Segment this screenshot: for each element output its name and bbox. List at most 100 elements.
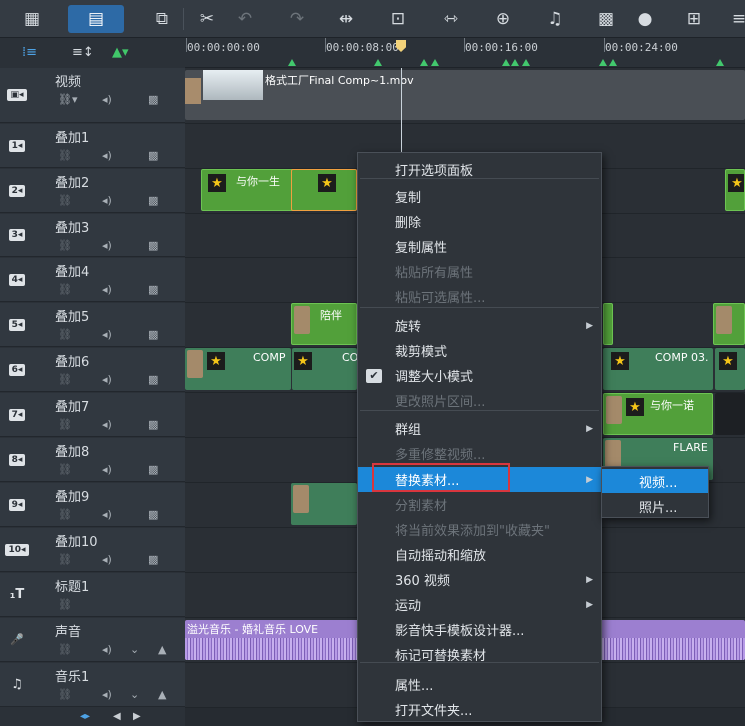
track-header-row[interactable]: ₁T 标题1 ⛓: [0, 573, 185, 617]
track-header-row[interactable]: 8◂ 叠加8 ⛓ ◂) ▩: [0, 438, 185, 482]
marker-icon[interactable]: [420, 59, 428, 66]
marker-icon[interactable]: [431, 59, 439, 66]
track-type-icon[interactable]: 3◂: [0, 214, 34, 256]
ripple-icon[interactable]: ⊕: [489, 5, 517, 33]
zoom-fit-icon[interactable]: ◂▸: [80, 711, 90, 722]
track-visibility-icon[interactable]: ▩: [148, 553, 158, 566]
overlay-clip[interactable]: [603, 303, 613, 345]
ripple-link-icon[interactable]: ⛓: [58, 418, 72, 431]
speaker-icon[interactable]: ◂): [102, 373, 112, 386]
track-header-row[interactable]: 7◂ 叠加7 ⛓ ◂) ▩: [0, 393, 185, 437]
track-header-row[interactable]: 5◂ 叠加5 ⛓ ◂) ▩: [0, 303, 185, 347]
speaker-icon[interactable]: ◂): [102, 418, 112, 431]
add-marker-icon[interactable]: ▲▾: [112, 45, 129, 60]
ripple-link-icon[interactable]: ⛓: [58, 373, 72, 386]
track-header-row[interactable]: 🎤 声音 ⛓ ◂) ⌄ ▲: [0, 618, 185, 662]
trim-icon[interactable]: ⊡: [384, 5, 412, 33]
track-visibility-icon[interactable]: ▩: [148, 239, 158, 252]
volume-envelope-icon[interactable]: ▲: [158, 688, 166, 701]
track-type-icon[interactable]: 9◂: [0, 483, 34, 526]
overlay-clip[interactable]: [291, 483, 357, 525]
context-menu-item[interactable]: 复制: [358, 184, 601, 209]
track-header-row[interactable]: ▣◂ 视频 ⛓▾ ◂) ▩: [0, 68, 185, 123]
track-type-icon[interactable]: 7◂: [0, 393, 34, 436]
context-menu-item[interactable]: 自动摇动和缩放: [358, 542, 601, 567]
track-type-icon[interactable]: ♫: [0, 663, 34, 706]
track-type-icon[interactable]: 4◂: [0, 258, 34, 301]
context-menu-item[interactable]: 旋转 ▶: [358, 313, 601, 338]
track-manager-icon[interactable]: ⁞≡: [22, 45, 37, 60]
ripple-link-icon[interactable]: ⛓: [58, 688, 72, 701]
track-visibility-icon[interactable]: ▩: [148, 418, 158, 431]
speaker-icon[interactable]: ◂): [102, 194, 112, 207]
split-icon[interactable]: ⇿: [437, 5, 465, 33]
ripple-link-icon[interactable]: ⛓: [58, 239, 72, 252]
track-list-icon[interactable]: ≡↕: [72, 45, 94, 60]
chevron-down-icon[interactable]: ⌄: [130, 643, 139, 656]
context-menu-item[interactable]: 打开文件夹...: [358, 697, 601, 722]
speaker-icon[interactable]: ◂): [102, 508, 112, 521]
overlay-clip[interactable]: ★ CO: [292, 348, 357, 390]
overlay-clip[interactable]: ★ COMP: [185, 348, 291, 390]
track-visibility-icon[interactable]: ▩: [148, 283, 158, 296]
track-type-icon[interactable]: 1◂: [0, 124, 34, 167]
overlay-clip[interactable]: [715, 393, 745, 435]
ripple-link-icon[interactable]: ⛓: [58, 149, 72, 162]
overlay-clip[interactable]: ★ COMP 03.: [603, 348, 713, 390]
motion-icon[interactable]: ●: [631, 5, 659, 33]
track-type-icon[interactable]: 5◂: [0, 303, 34, 346]
context-menu-item[interactable]: 群组 ▶: [358, 416, 601, 441]
speaker-icon[interactable]: ◂): [102, 93, 112, 106]
ripple-link-icon[interactable]: ⛓: [58, 194, 72, 207]
context-menu-item[interactable]: 裁剪模式: [358, 338, 601, 363]
ripple-link-icon[interactable]: ⛓: [58, 463, 72, 476]
track-header-row[interactable]: 2◂ 叠加2 ⛓ ◂) ▩: [0, 169, 185, 213]
audio-mix-icon[interactable]: ♫: [541, 5, 569, 33]
track-visibility-icon[interactable]: ▩: [148, 93, 158, 106]
overlay-clip[interactable]: ★ 与你一诺: [603, 393, 713, 435]
context-menu-item[interactable]: 打开选项面板: [358, 157, 601, 182]
speaker-icon[interactable]: ◂): [102, 643, 112, 656]
track-type-icon[interactable]: 6◂: [0, 348, 34, 391]
subtitle-icon[interactable]: ▩: [592, 5, 620, 33]
video-lane[interactable]: 格式工厂Final Comp~1.mov: [185, 68, 745, 124]
marker-icon[interactable]: [609, 59, 617, 66]
marker-icon[interactable]: [716, 59, 724, 66]
overlay-clip[interactable]: ★: [715, 348, 745, 390]
submenu-item-photo[interactable]: 照片...: [602, 494, 708, 518]
playhead-line[interactable]: [401, 68, 402, 158]
context-menu-item[interactable]: 标记可替换素材: [358, 642, 601, 667]
speaker-icon[interactable]: ◂): [102, 239, 112, 252]
track-visibility-icon[interactable]: ▩: [148, 194, 158, 207]
fit-timeline-icon[interactable]: ⇹: [332, 5, 360, 33]
track-type-icon[interactable]: 2◂: [0, 169, 34, 212]
redo-icon[interactable]: ↷: [283, 5, 311, 33]
context-menu-item[interactable]: 属性...: [358, 672, 601, 697]
context-menu-item[interactable]: 影音快手模板设计器...: [358, 617, 601, 642]
context-menu-item[interactable]: 复制属性: [358, 234, 601, 259]
overlay-clip[interactable]: 陪伴: [291, 303, 357, 345]
track-type-icon[interactable]: ▣◂: [0, 68, 34, 122]
speaker-icon[interactable]: ◂): [102, 149, 112, 162]
marker-icon[interactable]: [599, 59, 607, 66]
marker-icon[interactable]: [502, 59, 510, 66]
context-menu-item[interactable]: 删除: [358, 209, 601, 234]
speaker-icon[interactable]: ◂): [102, 553, 112, 566]
ripple-link-icon[interactable]: ⛓: [58, 598, 72, 611]
ripple-link-icon[interactable]: ⛓: [58, 283, 72, 296]
ripple-link-icon[interactable]: ⛓: [58, 553, 72, 566]
overlay-clip[interactable]: [713, 303, 745, 345]
undo-icon[interactable]: ↶: [231, 5, 259, 33]
overlay-clip[interactable]: ★: [291, 169, 357, 211]
volume-envelope-icon[interactable]: ▲: [158, 643, 166, 656]
ripple-link-icon[interactable]: ⛓: [58, 508, 72, 521]
submenu-item-video[interactable]: 视频...: [602, 469, 708, 493]
track-type-icon[interactable]: 8◂: [0, 438, 34, 481]
track-type-icon[interactable]: ₁T: [0, 573, 34, 616]
video-clip[interactable]: 格式工厂Final Comp~1.mov: [185, 70, 745, 120]
tools-icon[interactable]: ✂: [193, 5, 221, 33]
track-header-row[interactable]: 4◂ 叠加4 ⛓ ◂) ▩: [0, 258, 185, 302]
copy-clip-icon[interactable]: ⧉: [148, 5, 176, 33]
track-visibility-icon[interactable]: ▩: [148, 508, 158, 521]
context-menu-item[interactable]: 360 视频 ▶: [358, 567, 601, 592]
